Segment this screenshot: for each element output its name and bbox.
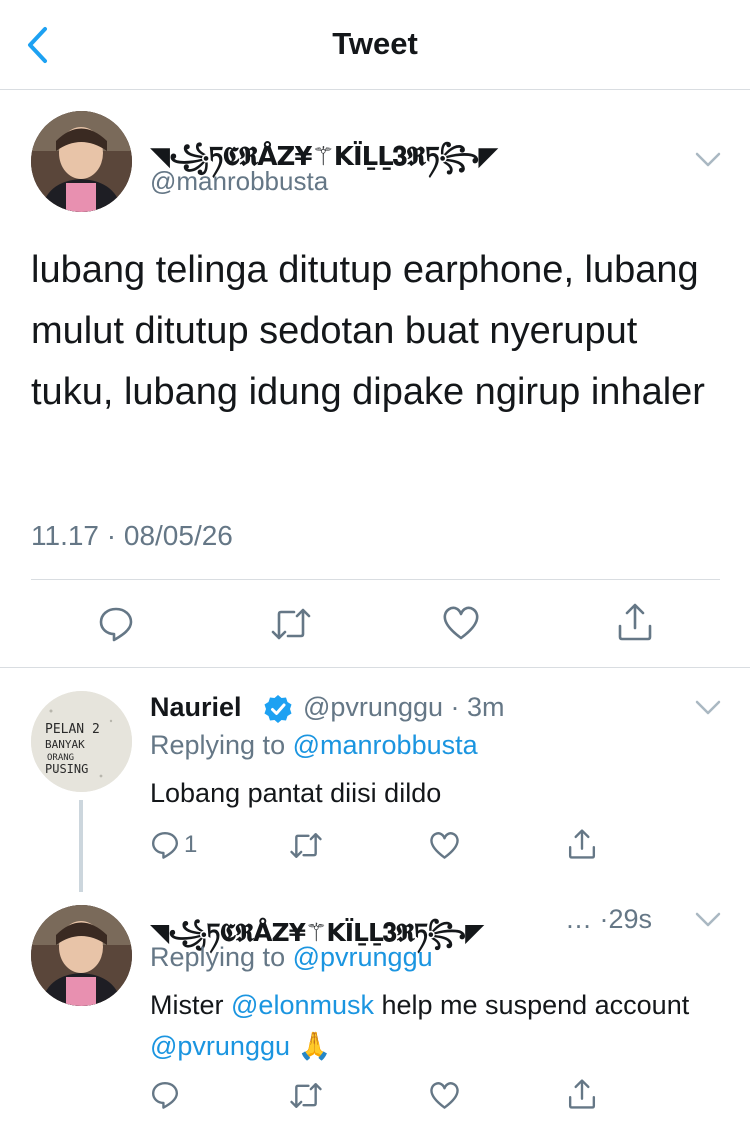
- replying-to-handle[interactable]: @manrobbusta: [293, 730, 478, 760]
- avatar[interactable]: PELAN 2 BANYAK ORANG PUSING: [31, 691, 132, 792]
- like-icon: [430, 832, 459, 859]
- like-button[interactable]: [442, 605, 480, 641]
- replying-to: Replying to @manrobbusta: [150, 730, 478, 761]
- retweet-icon: [290, 833, 322, 858]
- share-icon: [568, 1079, 596, 1109]
- avatar[interactable]: [31, 111, 132, 212]
- share-button[interactable]: [567, 828, 597, 860]
- replying-to-handle[interactable]: @pvrunggu: [293, 942, 433, 972]
- separator-dot: ·: [450, 692, 460, 722]
- share-icon: [618, 603, 652, 641]
- reply-text-part: help me suspend account: [381, 990, 690, 1020]
- retweet-icon: [271, 608, 311, 640]
- reply-text: Lobang pantat diisi dildo: [150, 778, 442, 808]
- share-button[interactable]: [567, 1078, 597, 1110]
- replying-to-prefix: Replying to: [150, 942, 286, 972]
- reply-icon: [151, 831, 179, 859]
- like-icon: [443, 606, 479, 640]
- divider: [31, 579, 720, 580]
- tweet-text: lubang telinga ditutup earphone, lubang …: [31, 249, 705, 413]
- thread-connector-line: [79, 800, 83, 892]
- top-bar: Tweet: [0, 0, 750, 90]
- replying-to-prefix: Replying to: [150, 730, 286, 760]
- reply-tweet[interactable]: PELAN 2 BANYAK ORANG PUSING Nauriel @pvr…: [0, 668, 750, 898]
- reply-text-part: Mister: [150, 990, 224, 1020]
- mention-link[interactable]: @pvrunggu: [150, 1031, 290, 1061]
- reply-meta: … ·29s: [565, 904, 652, 935]
- avatar-text-2: BANYAK: [45, 738, 85, 751]
- chevron-down-icon[interactable]: [695, 152, 721, 168]
- folded-hands-emoji: 🙏: [297, 1031, 332, 1061]
- share-icon: [568, 829, 596, 859]
- separator-dot: ·: [599, 904, 609, 934]
- reply-button[interactable]: [150, 1080, 180, 1110]
- like-icon: [430, 1082, 459, 1109]
- name-truncation-ellipsis: …: [565, 904, 592, 934]
- like-button[interactable]: [429, 831, 460, 860]
- reply-count: 1: [184, 831, 198, 858]
- reply-icon: [99, 607, 133, 642]
- reply-tweet[interactable]: ◥꧁ཏ𝕮𝕽ÅZ¥⚚KÏḺḺ𝟑𝕽ཏ꧂◤ … ·29s Replying to @p…: [0, 898, 750, 1129]
- reply-time: 29s: [608, 904, 653, 934]
- chevron-down-icon[interactable]: [695, 912, 721, 928]
- avatar-text-1: PELAN 2: [45, 722, 100, 737]
- chevron-down-icon[interactable]: [695, 700, 721, 716]
- retweet-button[interactable]: [270, 606, 312, 642]
- replying-to: Replying to @pvrunggu: [150, 942, 433, 973]
- verified-badge-icon: [264, 695, 292, 723]
- avatar[interactable]: [31, 905, 132, 1006]
- reply-text: Mister @elonmusk help me suspend account…: [150, 985, 720, 1067]
- main-tweet: ◥꧁ཏ𝕮𝕽ÅZ¥⚚KÏḺḺ𝟑𝕽ཏ꧂◤ @manrobbusta lubang t…: [0, 90, 750, 668]
- reply-time: 3m: [467, 692, 505, 722]
- user-handle[interactable]: @manrobbusta: [150, 166, 328, 197]
- user-handle[interactable]: @pvrunggu: [303, 692, 443, 722]
- tweet-timestamp: 11.17 · 08/05/26: [31, 520, 233, 551]
- reply-meta: @pvrunggu · 3m: [303, 692, 505, 723]
- reply-icon: [151, 1081, 179, 1109]
- retweet-icon: [290, 1083, 322, 1108]
- avatar-text-4: PUSING: [45, 762, 88, 776]
- reply-button[interactable]: [97, 605, 135, 643]
- display-name[interactable]: Nauriel: [150, 692, 242, 723]
- share-button[interactable]: [616, 602, 654, 642]
- retweet-button[interactable]: [289, 831, 323, 860]
- retweet-button[interactable]: [289, 1081, 323, 1110]
- page-title: Tweet: [332, 26, 418, 61]
- like-button[interactable]: [429, 1081, 460, 1110]
- reply-button[interactable]: 1: [150, 830, 197, 860]
- mention-link[interactable]: @elonmusk: [231, 990, 374, 1020]
